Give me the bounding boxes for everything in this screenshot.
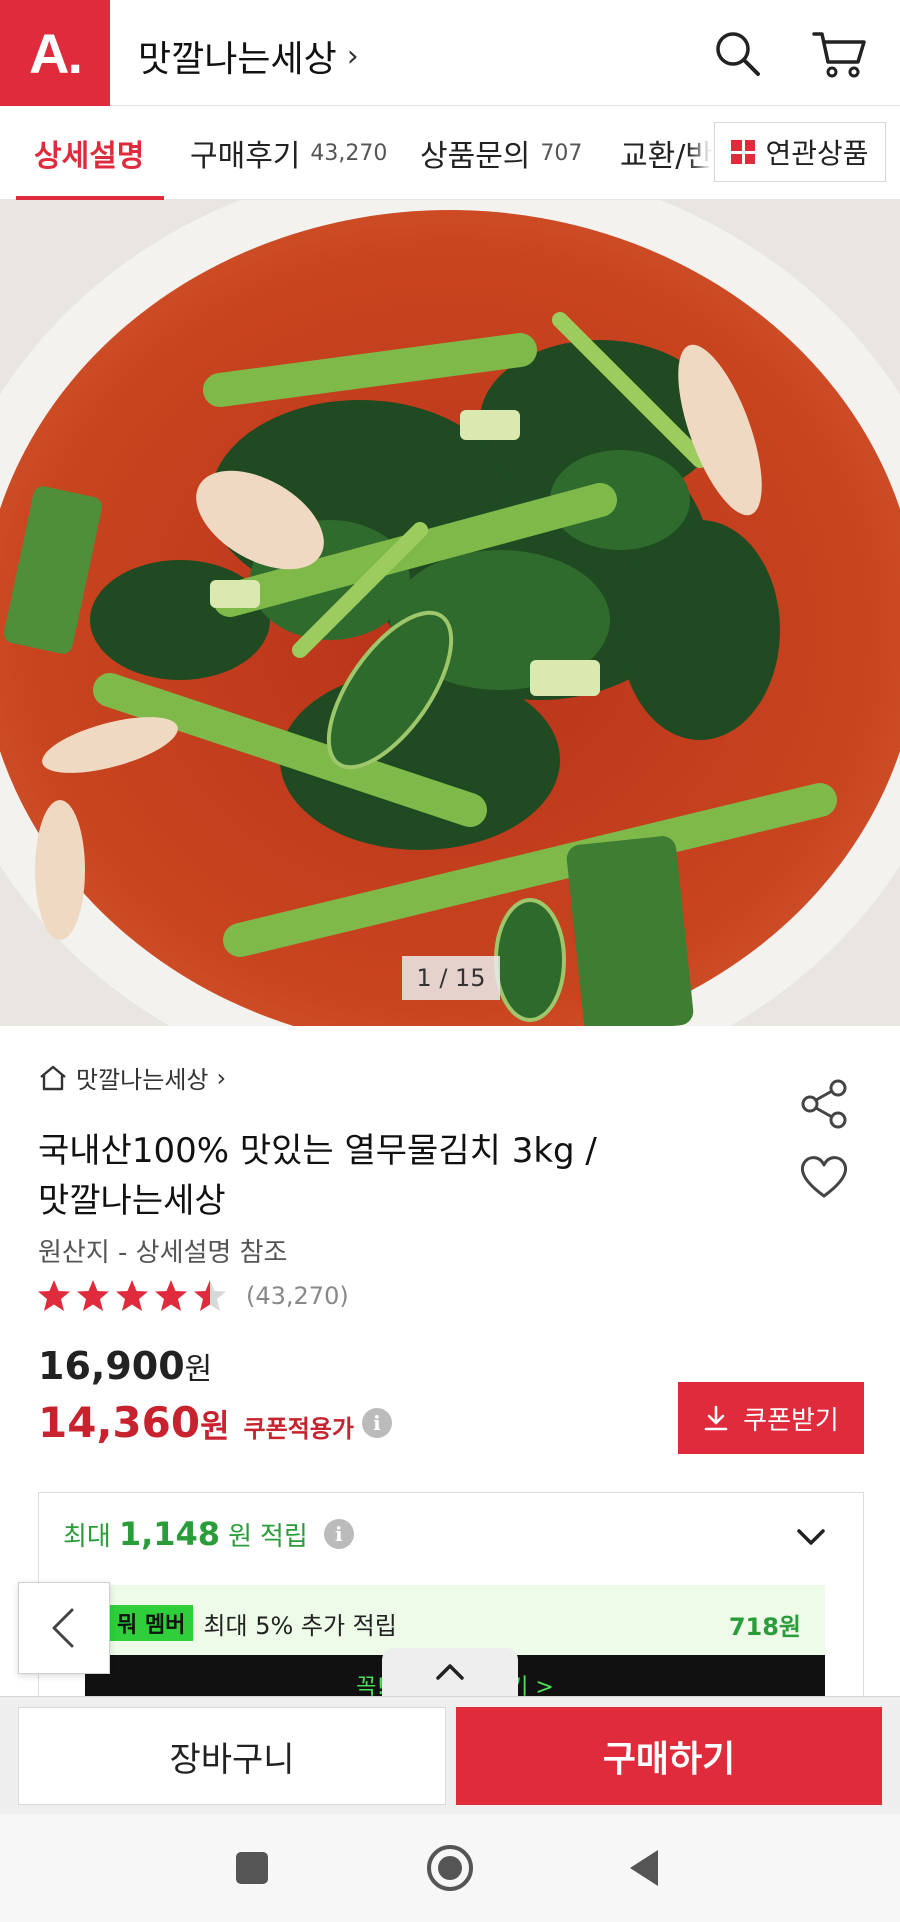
product-title-line: 맛깔나는세상 [38,1181,226,1221]
points-summary: 최대 1,148 원 적립 i [63,1515,354,1553]
star-icon [77,1280,109,1311]
member-badge: 뭐 멤버 [109,1605,194,1641]
sale-price: 14,360 원 쿠폰적용가 i [38,1398,392,1447]
tab-label: 상품문의 [420,139,531,174]
product-title-line: 국내산100% 맛있는 열무물김치 3kg / [38,1131,597,1171]
buy-now-button[interactable]: 구매하기 [456,1707,882,1805]
back-triangle-icon[interactable] [618,1840,674,1896]
related-products-label: 연관상품 [765,137,869,170]
home-circle-icon[interactable] [422,1840,478,1896]
tab-count: 43,270 [310,140,388,166]
get-coupon-button[interactable]: 쿠폰받기 [678,1382,864,1454]
related-products-button[interactable]: 연관상품 [714,122,886,182]
chevron-right-icon: › [346,38,359,74]
cart-icon[interactable] [810,26,866,82]
chevron-up-icon[interactable] [382,1648,518,1696]
tab-qna[interactable]: 상품문의 707 [420,106,582,200]
tab-label: 구매후기 [190,139,301,174]
membership-line: 뭐 멤버 최대 5% 추가 적립 [109,1605,397,1641]
membership-amount: 718원 [728,1613,801,1641]
origin-info: 원산지 - 상세설명 참조 [38,1238,288,1268]
tab-label: 교환/반 [620,139,713,174]
chevron-left-icon[interactable] [18,1582,110,1674]
share-icon[interactable] [798,1078,850,1130]
star-icon [194,1280,226,1311]
star-rating [38,1280,226,1311]
rating-count: (43,270) [246,1282,349,1310]
home-icon [40,1065,66,1090]
coupon-button-label: 쿠폰받기 [743,1405,839,1436]
original-price: 16,900원 [38,1344,212,1388]
purchase-bar: 장바구니 구매하기 [0,1696,900,1814]
app-header: A. 맛깔나는세상 › [0,0,900,106]
tab-description[interactable]: 상세설명 [34,106,144,200]
detail-tabs: 상세설명 구매후기 43,270 상품문의 707 교환/반 연관상품 [0,106,900,200]
tab-reviews[interactable]: 구매후기 43,270 [190,106,387,200]
chevron-right-icon: › [216,1063,227,1092]
recent-apps-icon[interactable] [224,1840,280,1896]
info-icon[interactable]: i [361,1407,392,1438]
points-prefix: 최대 [63,1521,111,1552]
grid-icon [731,140,756,164]
system-nav-bar [0,1814,900,1922]
store-title-link[interactable]: 맛깔나는세상 › [138,30,359,82]
membership-text: 최대 5% 추가 적립 [203,1611,397,1640]
heart-icon[interactable] [796,1152,852,1202]
info-icon[interactable]: i [323,1519,354,1549]
star-icon [116,1280,148,1311]
sale-price-unit: 원 [200,1407,230,1445]
shop-link-label: 맛깔나는세상 [76,1066,209,1094]
original-price-value: 16,900 [38,1344,185,1388]
star-icon [155,1280,187,1311]
sale-price-value: 14,360 [38,1398,201,1447]
points-suffix: 적립 [259,1521,308,1552]
download-icon [704,1405,728,1431]
tab-label: 상세설명 [34,139,145,174]
coupon-price-label: 쿠폰적용가 [243,1415,354,1443]
tab-exchange[interactable]: 교환/반 [620,106,713,200]
shop-home-link[interactable]: 맛깔나는세상 › [38,1060,226,1095]
tab-count: 707 [540,140,583,166]
image-counter: 1 / 15 [402,956,500,1000]
points-amount: 1,148 [118,1515,221,1553]
store-logo[interactable]: A. [0,0,110,106]
kimchi-photo [0,200,900,1026]
star-icon [38,1280,70,1311]
points-unit: 원 [228,1521,252,1552]
product-title: 국내산100% 맛있는 열무물김치 3kg / 맛깔나는세상 [38,1126,738,1226]
original-price-unit: 원 [184,1352,213,1387]
store-title-text: 맛깔나는세상 [138,39,337,80]
search-icon[interactable] [710,26,766,82]
product-image[interactable]: 1 / 15 [0,200,900,1026]
add-to-cart-button[interactable]: 장바구니 [18,1707,446,1805]
rating[interactable]: (43,270) [36,1278,349,1314]
chevron-down-icon[interactable] [791,1517,831,1557]
